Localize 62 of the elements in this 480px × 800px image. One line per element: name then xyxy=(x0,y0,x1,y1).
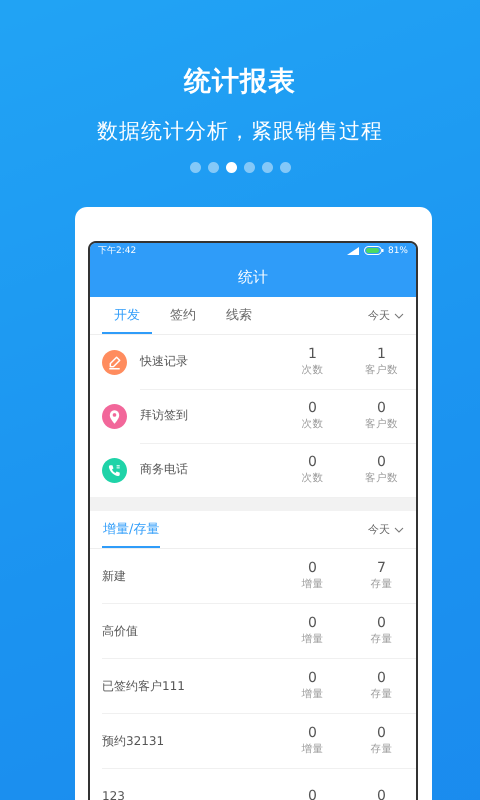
tab[interactable]: 开发 xyxy=(102,297,152,334)
status-time: 下午2:42 xyxy=(98,244,136,257)
stat-label: 增量 xyxy=(302,687,324,702)
date-filter[interactable]: 今天 xyxy=(368,297,404,334)
stat-value: 0 xyxy=(308,670,317,687)
location-pin-icon xyxy=(102,404,127,428)
stat-label: 存量 xyxy=(370,577,392,592)
battery-icon xyxy=(364,246,384,255)
stat-value: 0 xyxy=(377,615,386,632)
stat-value: 0 xyxy=(308,725,317,742)
stat-label: 存量 xyxy=(370,687,392,702)
page-title: 统计报表 xyxy=(184,65,296,99)
stage-name: 已签约客户111 xyxy=(102,678,186,694)
stat-label: 次数 xyxy=(302,470,324,486)
pager-dot[interactable] xyxy=(262,162,272,173)
page-subtitle: 数据统计分析，紧跟销售过程 xyxy=(97,118,383,145)
chevron-down-icon xyxy=(394,526,404,532)
stat-value: 1 xyxy=(377,346,386,362)
stage-name: 新建 xyxy=(102,568,127,584)
stat-value: 0 xyxy=(377,400,386,416)
stat-value: 0 xyxy=(308,560,317,577)
stat-value: 0 xyxy=(308,788,317,800)
stat-value: 0 xyxy=(308,454,317,470)
stat-label: 客户数 xyxy=(365,362,398,378)
stat-label: 增量 xyxy=(302,577,324,592)
stat-label: 客户数 xyxy=(365,416,398,432)
signal-icon xyxy=(346,246,360,254)
stat-value: 0 xyxy=(377,670,386,687)
stat-label: 增量 xyxy=(302,632,324,647)
activity-name: 商务电话 xyxy=(140,461,189,478)
pencil-icon xyxy=(102,350,127,374)
stat-label: 存量 xyxy=(370,632,392,647)
pager-dot[interactable] xyxy=(280,162,290,173)
stat-label: 次数 xyxy=(302,362,324,378)
pager-dot[interactable] xyxy=(226,162,236,173)
pager-dot[interactable] xyxy=(244,162,254,173)
phone-icon xyxy=(102,458,127,482)
chevron-down-icon xyxy=(394,312,404,318)
tab[interactable]: 线索 xyxy=(214,297,264,334)
stage-name: 预约32131 xyxy=(102,732,166,750)
tab[interactable]: 签约 xyxy=(158,297,208,334)
stat-value: 0 xyxy=(377,788,386,800)
stat-value: 7 xyxy=(377,560,386,577)
activity-name: 拜访签到 xyxy=(140,407,189,424)
tab[interactable]: 增量/存量 xyxy=(102,511,160,548)
stat-label: 存量 xyxy=(370,742,392,757)
pager-dot[interactable] xyxy=(190,162,200,173)
activity-name: 快速记录 xyxy=(140,353,189,370)
stat-label: 次数 xyxy=(302,416,324,432)
pager-dot[interactable] xyxy=(208,162,218,173)
stat-value: 0 xyxy=(377,725,386,742)
screen-title: 统计 xyxy=(238,268,268,287)
stat-label: 客户数 xyxy=(365,470,398,486)
stat-value: 0 xyxy=(308,615,317,632)
battery-percent: 81% xyxy=(388,246,408,256)
stat-label: 增量 xyxy=(302,742,324,757)
stat-value: 0 xyxy=(308,400,317,416)
stat-value: 0 xyxy=(377,454,386,470)
date-filter[interactable]: 今天 xyxy=(368,511,404,548)
stage-name: 高价值 xyxy=(102,622,139,640)
stage-name: 123 xyxy=(102,789,126,800)
stat-value: 1 xyxy=(308,346,317,362)
